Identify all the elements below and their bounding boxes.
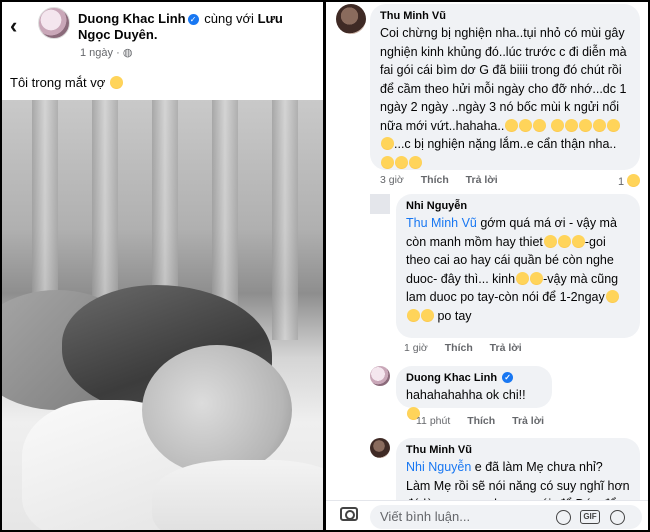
globe-icon: ◍ <box>122 47 133 59</box>
reply-button[interactable]: Trả lời <box>490 342 522 354</box>
verified-badge-icon: ✓ <box>502 372 514 383</box>
comment-bubble: Thu Minh Vũ Coi chừng bị nghiện nha..tụi… <box>370 4 640 170</box>
commenter-name[interactable]: Nhi Nguyễn <box>406 200 630 212</box>
comment-time: 3 giờ <box>380 174 404 186</box>
emoji-icon <box>606 118 620 132</box>
verified-badge-icon: ✓ <box>187 14 199 25</box>
comment-input[interactable]: Viết bình luận... GIF <box>370 505 642 529</box>
emoji-icon <box>407 308 420 322</box>
emoji-icon <box>381 137 394 150</box>
with-text: cùng với <box>204 11 254 26</box>
comment-time: 11 phút <box>416 415 451 427</box>
commenter-avatar[interactable] <box>370 366 390 386</box>
reply-button[interactable]: Trả lời <box>512 415 544 427</box>
emoji-icon <box>564 118 578 132</box>
camera-icon[interactable] <box>340 507 358 521</box>
gif-button[interactable]: GIF <box>580 510 600 524</box>
commenter-avatar[interactable] <box>370 438 390 458</box>
mention-link[interactable]: Thu Minh Vũ <box>406 216 477 230</box>
comment-time: 1 giờ <box>404 342 428 354</box>
comments-panel: Thu Minh Vũ Coi chừng bị nghiện nha..tụi… <box>326 2 648 530</box>
comment-bubble: Duong Khac Linh ✓ hahahahahha ok chi!! <box>396 366 552 420</box>
caption-text: Tôi trong mắt vợ <box>10 75 106 90</box>
comment-actions: 1 giờ Thích Trả lời <box>404 342 536 354</box>
commenter-name[interactable]: Duong Khac Linh <box>406 372 497 384</box>
commenter-name[interactable]: Thu Minh Vũ <box>380 10 630 22</box>
mention-link[interactable]: Nhi Nguyễn <box>406 460 471 474</box>
comment-composer: Viết bình luận... GIF <box>326 500 648 530</box>
commenter-name-row: Duong Khac Linh ✓ <box>406 372 542 384</box>
heart-eyes-emoji-icon <box>109 76 123 89</box>
emoji-icon <box>519 118 533 132</box>
screen-frame: ‹ Duong Khac Linh ✓ cùng với Lưu Ngọc Duy… <box>0 0 650 532</box>
post-photo[interactable] <box>2 100 323 530</box>
commenter-avatar[interactable] <box>370 194 390 214</box>
author-avatar[interactable] <box>38 7 70 39</box>
emoji-icon <box>543 234 557 248</box>
emoji-icon <box>409 155 422 169</box>
post-header: Duong Khac Linh ✓ cùng với Lưu Ngọc Duyên… <box>78 11 318 43</box>
emoji-icon <box>516 271 530 285</box>
emoji-icon <box>557 234 571 248</box>
like-button[interactable]: Thích <box>421 174 449 186</box>
emoji-icon <box>395 155 408 169</box>
emoji-icon <box>381 155 394 169</box>
emoji-icon <box>421 308 434 322</box>
laugh-reaction-icon <box>627 174 641 187</box>
like-button[interactable]: Thích <box>445 342 473 354</box>
post-panel: ‹ Duong Khac Linh ✓ cùng với Lưu Ngọc Duy… <box>2 2 323 530</box>
comment-text: Coi chừng bị nghiện nha..tụi nhỏ có mùi … <box>380 24 630 172</box>
emoji-icon <box>530 271 544 285</box>
post-meta: 1 ngày · ◍ <box>80 47 133 59</box>
emoji-icon <box>592 118 606 132</box>
author-name[interactable]: Duong Khac Linh <box>78 11 186 26</box>
comment-actions: 3 giờ Thích Trả lời <box>380 174 512 186</box>
comment-bubble: Nhi Nguyễn Thu Minh Vũ gớm quá má ơi - v… <box>396 194 640 338</box>
post-time[interactable]: 1 ngày <box>80 47 113 59</box>
post-caption: Tôi trong mắt vợ <box>10 75 123 90</box>
emoji-icon <box>605 290 619 303</box>
back-arrow-icon[interactable]: ‹ <box>10 14 30 38</box>
emoji-icon <box>571 234 585 248</box>
like-button[interactable]: Thích <box>467 415 495 427</box>
pillow <box>152 460 323 530</box>
emoji-icon <box>505 118 519 132</box>
commenter-name[interactable]: Thu Minh Vũ <box>406 444 630 456</box>
comment-actions: 11 phút Thích Trả lời <box>416 415 558 427</box>
comment-placeholder: Viết bình luận... <box>380 509 471 524</box>
reaction-count[interactable]: 1 <box>618 174 641 188</box>
comment-text: Thu Minh Vũ gớm quá má ơi - vậy mà còn m… <box>406 216 619 323</box>
sticker-icon[interactable] <box>556 510 571 525</box>
emoji-icon <box>533 118 547 132</box>
emoji-picker-icon[interactable] <box>610 510 625 525</box>
emoji-icon <box>578 118 592 132</box>
curtain <box>272 100 298 340</box>
emoji-icon <box>550 118 564 132</box>
reply-button[interactable]: Trả lời <box>466 174 498 186</box>
commenter-avatar[interactable] <box>336 4 366 34</box>
baby-head <box>142 345 292 475</box>
